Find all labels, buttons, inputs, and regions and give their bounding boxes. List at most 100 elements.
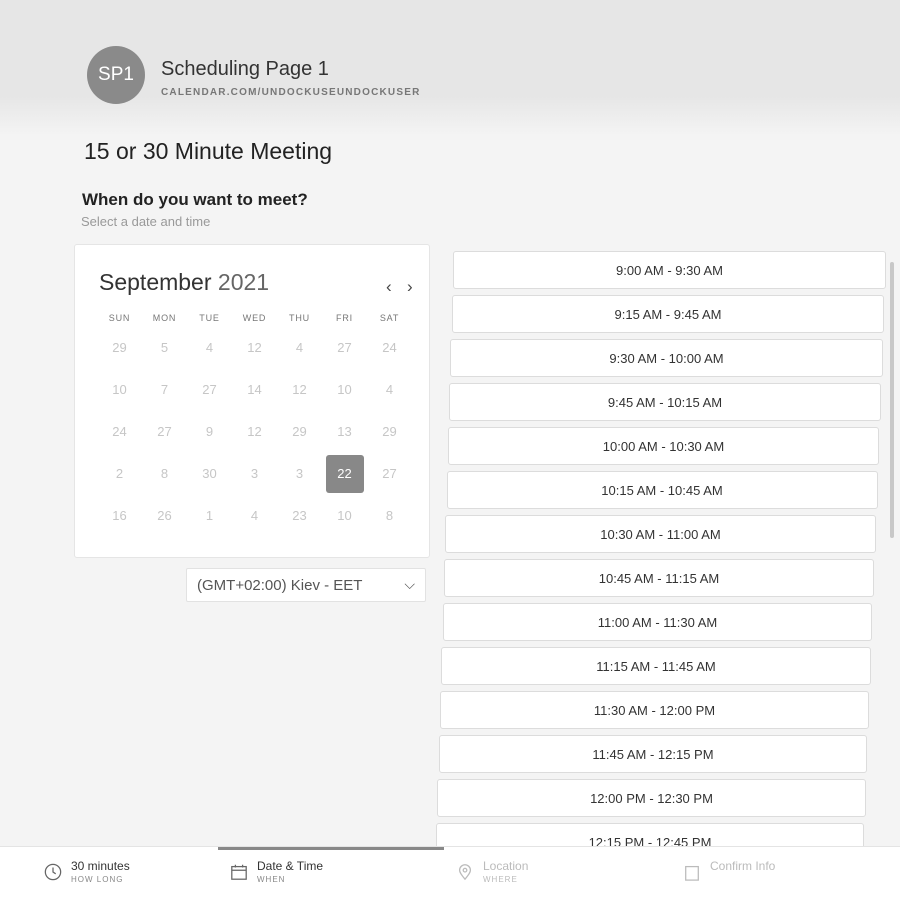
time-slot-scrollbar[interactable] xyxy=(890,262,894,538)
date-picker: September 2021 ‹ › SUN MON TUE WED THU FRI SAT… xyxy=(74,244,430,558)
day-number: 9 xyxy=(205,424,214,439)
calendar-day[interactable]: 12 xyxy=(277,379,322,421)
step-duration[interactable]: 30 minutes HOW LONG xyxy=(44,859,130,884)
calendar-day[interactable]: 5 xyxy=(142,337,187,379)
day-number: 2 xyxy=(115,466,124,481)
day-number: 14 xyxy=(247,382,262,397)
calendar-day[interactable]: 29 xyxy=(277,421,322,463)
day-number: 12 xyxy=(247,424,262,439)
day-number: 10 xyxy=(112,382,127,397)
calendar-day[interactable]: 3 xyxy=(277,463,322,505)
time-slot-list[interactable]: 9:00 AM - 9:30 AM 9:15 AM - 9:45 AM 9:30 A… xyxy=(434,251,886,875)
calendar-day[interactable]: 27 xyxy=(187,379,232,421)
calendar-day[interactable]: 24 xyxy=(97,421,142,463)
calendar-day[interactable]: 16 xyxy=(97,505,142,547)
active-step-indicator xyxy=(218,847,444,850)
time-slot-button[interactable]: 9:15 AM - 9:45 AM xyxy=(451,295,885,333)
calendar-day[interactable]: 27 xyxy=(322,337,367,379)
calendar-day[interactable]: 10 xyxy=(322,379,367,421)
weekday-label: MON xyxy=(152,313,177,323)
time-slot-button[interactable]: 9:30 AM - 10:00 AM xyxy=(450,339,883,377)
day-number: 16 xyxy=(112,508,127,523)
day-number: 29 xyxy=(292,424,307,439)
calendar-day[interactable]: 4 xyxy=(187,337,232,379)
time-slot-button[interactable]: 11:30 AM - 12:00 PM xyxy=(440,691,869,729)
time-slot-button[interactable]: 11:15 AM - 11:45 AM xyxy=(441,647,871,685)
calendar-day[interactable]: 30 xyxy=(187,463,232,505)
calendar-day[interactable]: 12 xyxy=(232,337,277,379)
day-number: 4 xyxy=(385,382,394,397)
day-number: 24 xyxy=(382,340,397,355)
scheduling-page-title: Scheduling Page 1 xyxy=(161,58,329,80)
calendar-day[interactable]: 29 xyxy=(367,421,412,463)
step-sublabel: HOW LONG xyxy=(71,875,124,884)
calendar-day[interactable]: 24 xyxy=(367,337,412,379)
calendar-month-label: September 2021 xyxy=(99,269,269,296)
step-confirm-info[interactable]: Confirm Info xyxy=(683,859,775,881)
calendar-day[interactable]: 23 xyxy=(277,505,322,547)
step-sublabel: WHERE xyxy=(483,875,518,884)
step-location[interactable]: Location WHERE xyxy=(456,859,528,884)
day-number: 1 xyxy=(205,508,214,523)
day-number: 27 xyxy=(337,340,352,355)
calendar-day[interactable]: 3 xyxy=(232,463,277,505)
step-label: 30 minutes xyxy=(71,859,130,873)
calendar-day[interactable]: 9 xyxy=(187,421,232,463)
time-slot-button[interactable]: 10:45 AM - 11:15 AM xyxy=(443,559,875,597)
calendar-day[interactable]: 4 xyxy=(367,379,412,421)
time-slot-button[interactable]: 9:45 AM - 10:15 AM xyxy=(449,383,881,421)
time-slot-button[interactable]: 10:15 AM - 10:45 AM xyxy=(446,471,878,509)
day-number: 27 xyxy=(202,382,217,397)
calendar-day[interactable]: 14 xyxy=(232,379,277,421)
calendar-day[interactable]: 4 xyxy=(277,337,322,379)
time-slot-button[interactable]: 11:00 AM - 11:30 AM xyxy=(442,603,873,641)
calendar-day[interactable]: 12 xyxy=(232,421,277,463)
calendar-day[interactable]: 27 xyxy=(142,421,187,463)
day-number: 4 xyxy=(295,340,304,355)
day-number: 3 xyxy=(250,466,259,481)
day-number: 5 xyxy=(160,340,169,355)
chevron-down-icon: ⌵ xyxy=(404,576,415,592)
day-number: 13 xyxy=(337,424,352,439)
weekday-label: THU xyxy=(289,313,310,323)
chevron-right-icon[interactable]: › xyxy=(407,277,413,297)
timezone-select[interactable]: (GMT+02:00) Kiev - EET ⌵ xyxy=(186,568,426,602)
calendar-day[interactable]: 10 xyxy=(97,379,142,421)
map-pin-icon xyxy=(458,864,472,881)
chevron-left-icon[interactable]: ‹ xyxy=(386,277,392,297)
weekday-label: SAT xyxy=(379,313,400,323)
calendar-day[interactable]: 29 xyxy=(97,337,142,379)
calendar-day[interactable]: 8 xyxy=(367,505,412,547)
step-progress-bar: 30 minutes HOW LONG Date & Time WHEN Loc… xyxy=(0,846,900,900)
day-number: 3 xyxy=(295,466,304,481)
day-number: 27 xyxy=(382,466,397,481)
step-date-time[interactable]: Date & Time WHEN xyxy=(230,859,323,884)
day-number: 4 xyxy=(250,508,259,523)
time-slot-button[interactable]: 12:00 PM - 12:30 PM xyxy=(437,779,866,817)
day-number: 7 xyxy=(160,382,169,397)
step-sublabel: WHEN xyxy=(257,875,286,884)
calendar-day[interactable]: 10 xyxy=(322,505,367,547)
calendar-day[interactable]: 4 xyxy=(232,505,277,547)
calendar-day[interactable]: 27 xyxy=(367,463,412,505)
calendar-month: September xyxy=(99,269,212,295)
time-slot-button[interactable]: 9:00 AM - 9:30 AM xyxy=(453,251,886,289)
weekday-label: WED xyxy=(242,313,267,323)
calendar-day[interactable]: 8 xyxy=(142,463,187,505)
step-label: Date & Time xyxy=(257,859,324,873)
day-number: 12 xyxy=(292,382,307,397)
calendar-year: 2021 xyxy=(217,269,270,295)
calendar-day[interactable]: 7 xyxy=(142,379,187,421)
clock-icon xyxy=(44,863,62,881)
day-number: 10 xyxy=(337,508,352,523)
time-slot-button[interactable]: 11:45 AM - 12:15 PM xyxy=(438,735,868,773)
calendar-day-selected[interactable]: 22 xyxy=(322,455,367,505)
day-number: 4 xyxy=(205,340,214,355)
scheduling-page-url: CALENDAR.COM/UNDOCKUSEUNDOCKUSER xyxy=(161,87,421,98)
time-slot-button[interactable]: 10:00 AM - 10:30 AM xyxy=(447,427,880,465)
calendar-day[interactable]: 26 xyxy=(142,505,187,547)
calendar-day[interactable]: 1 xyxy=(187,505,232,547)
calendar-day[interactable]: 2 xyxy=(97,463,142,505)
time-slot-button[interactable]: 10:30 AM - 11:00 AM xyxy=(445,515,876,553)
day-number: 24 xyxy=(112,424,127,439)
